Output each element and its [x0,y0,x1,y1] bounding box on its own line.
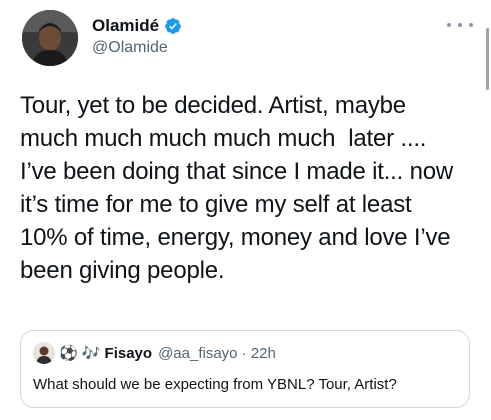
tweet-text-line: I’ve been doing that since I made it... … [20,158,453,185]
tweet-text: Tour, yet to be decided. Artist, maybe m… [20,89,482,287]
quoted-tweet-text: What should we be expecting from YBNL? T… [33,376,397,393]
tweet-text-line: been giving people. [20,257,225,284]
tweet-text-line: much much much much much later .... [20,125,427,152]
author-display-name[interactable]: Olamidé [92,16,159,36]
quoted-avatar-photo [33,342,55,364]
more-horizontal-icon[interactable] [447,18,473,32]
tweet-text-line: Tour, yet to be decided. Artist, maybe [20,92,406,119]
author-block: Olamidé @Olamide [92,15,182,57]
quoted-handle-time: @aa_fisayo · 22h [158,344,276,362]
more-dot [469,23,473,27]
verified-badge-icon [165,18,181,34]
tweet-text-line: 10% of time, energy, money and love I’ve [20,224,451,251]
quoted-tweet-header: ⚽ 🎶 Fisayo @aa_fisayo · 22h [33,342,276,364]
tweet-text-line: it’s time for me to give my self at leas… [20,191,412,218]
tweet: Olamidé @Olamide Tour, yet to be decided… [0,0,491,420]
scrollbar[interactable] [486,28,489,90]
quoted-tweet[interactable]: ⚽ 🎶 Fisayo @aa_fisayo · 22h What should … [20,330,470,408]
more-dot [458,23,462,27]
quoted-name-emoji: ⚽ 🎶 [59,345,101,362]
author-handle[interactable]: @Olamide [92,39,182,57]
quoted-display-name: Fisayo [104,344,153,362]
author-avatar[interactable] [22,10,78,66]
avatar-photo [22,10,78,66]
author-name-row: Olamidé [92,15,182,37]
quoted-author-avatar[interactable] [33,342,55,364]
more-dot [447,23,451,27]
